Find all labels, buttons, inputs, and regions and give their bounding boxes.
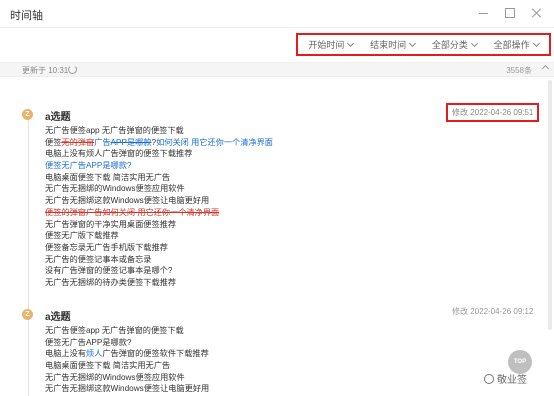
- watermark: 敬业签: [484, 371, 527, 386]
- entry-line: 便签备忘录无广告手机版下载推荐: [45, 242, 273, 254]
- entry-line: 便签无广版下载推荐: [45, 230, 273, 242]
- text-segment: 广告: [94, 137, 111, 147]
- chevron-down-icon: [470, 39, 478, 47]
- text-segment: 无广告无捆绑这款Windows便签让电脑更好用: [45, 196, 210, 206]
- entry-line: 无广告便签app 无广告弹窗的便签下载: [45, 125, 273, 137]
- entry-line: 便签无广告APP是哪款?: [45, 160, 273, 172]
- avatar: Z: [22, 309, 33, 320]
- avatar: Z: [22, 109, 33, 120]
- modified-date: 修改 2022-04-26 09:12: [452, 307, 534, 316]
- entry-line: 无广告无捆绑的Windows便签应用软件: [45, 372, 209, 384]
- text-segment: 便签无广版下载推荐: [45, 231, 119, 241]
- entry-title: a选题: [45, 112, 71, 123]
- entry-line: 电脑桌面便签下载 简洁实用无广告: [45, 172, 273, 184]
- timeline-line: [28, 108, 29, 396]
- category-filter[interactable]: 全部分类: [432, 38, 478, 51]
- text-segment: 没有广告弹窗的便签记事本是哪个?: [45, 266, 173, 276]
- text-segment: 无广告弹窗的干净实用桌面便签推荐: [45, 219, 177, 229]
- entry-line: 无广告无捆绑这款Windows便签让电脑更好用: [45, 195, 273, 207]
- entry-line: 无广告无捆绑这款Windows便签让电脑更好用: [45, 383, 209, 395]
- status-bar: 更新于 10:31 3558条: [0, 62, 554, 77]
- window-title: 时间轴: [10, 10, 43, 22]
- text-segment: 无广告无捆绑这款Windows便签让电脑更好用: [45, 384, 210, 394]
- entry-body: 无广告便签app 无广告弹窗的便签下载 便签无广告APP是哪款? 电脑上没有烦人广告…: [45, 325, 209, 395]
- text-segment: 无广告便签app 无广告弹窗的便签下载: [45, 126, 184, 135]
- entry-line: 无广告便签app 无广告弹窗的便签下载: [45, 325, 209, 337]
- chevron-down-icon: [532, 39, 540, 47]
- start-time-filter[interactable]: 开始时间: [308, 38, 355, 51]
- maximize-icon[interactable]: [505, 8, 515, 18]
- entry-line: 无广告的便签记事本或备忘录: [45, 254, 273, 266]
- operation-filter[interactable]: 全部操作: [494, 38, 540, 51]
- text-segment: 烦人: [85, 349, 103, 359]
- entry-line: 电脑桌面便签下载 简洁实用无广告: [45, 360, 209, 372]
- entry-line: 便签的弹窗广告如何关闭 用它还你一个清净界面: [45, 207, 273, 219]
- entry-line: 没有广告弹窗的便签记事本是哪个?: [45, 265, 273, 277]
- entry-line: 无广告弹窗的干净实用桌面便签推荐: [45, 219, 273, 231]
- text-segment: 广告弹窗的便签软件下载推荐: [102, 349, 209, 359]
- text-segment: 无广告无捆绑的Windows便签应用软件: [45, 184, 185, 194]
- title-bar: 时间轴: [0, 0, 554, 28]
- text-segment: 电脑上没有: [45, 349, 86, 359]
- text-segment: APP是哪款: [110, 137, 152, 147]
- chevron-down-icon: [347, 39, 355, 47]
- text-segment: 便签备忘录无广告手机版下载推荐: [45, 242, 168, 252]
- timeline-content: Za选题 修改 2022-04-26 09:51 无广告便签app 无广告弹窗的便签…: [0, 78, 554, 396]
- updated-time: 更新于 10:31: [22, 66, 69, 75]
- text-segment: 无广告便签app 无广告弹窗的便签下载: [45, 326, 184, 335]
- record-count: 3558条: [506, 66, 532, 75]
- text-segment: 便签: [45, 137, 62, 147]
- entry-line: 电脑上没有烦人广告弹窗的便签下载推荐: [45, 148, 273, 160]
- text-segment: 电脑上没有烦人广告弹窗的便签下载推荐: [45, 149, 193, 159]
- text-segment: 无广告的便签记事本或备忘录: [45, 254, 152, 264]
- minimize-icon[interactable]: [478, 7, 489, 18]
- entry-line: 便签无广告APP是哪款?: [45, 337, 209, 349]
- text-segment: 电脑桌面便签下载 简洁实用无广告: [45, 172, 171, 182]
- entry-title: a选题: [45, 312, 71, 323]
- text-segment: 电脑桌面便签下载 简洁实用无广告: [45, 361, 171, 371]
- entry-line: 电脑上没有烦人广告弹窗的便签软件下载推荐: [45, 348, 209, 360]
- scroll-up-icon[interactable]: [541, 64, 550, 73]
- text-segment: 便签无广告APP是哪款?: [45, 337, 132, 347]
- modified-date: 修改 2022-04-26 09:51: [446, 103, 540, 122]
- text-segment: 便签的弹窗广告如何关闭 用它还你一个清净界面: [45, 207, 220, 217]
- entry-line: 无广告无捆绑的待办类便签下载推荐: [45, 277, 273, 289]
- entry-body: 无广告便签app 无广告弹窗的便签下载便签无的弹窗广告APP是哪款?如何关闭 用…: [45, 125, 273, 289]
- end-time-filter[interactable]: 结束时间: [370, 38, 417, 51]
- text-segment: 如何关闭 用它还你一个清净界面: [156, 137, 273, 147]
- scrollbar[interactable]: [548, 80, 552, 330]
- wechat-icon: [484, 374, 494, 384]
- window-controls: [478, 7, 542, 18]
- entry-line: 无广告无捆绑的Windows便签应用软件: [45, 183, 273, 195]
- text-segment: 便签无广告APP是哪款?: [45, 161, 132, 171]
- filter-toolbar: 开始时间 结束时间 全部分类 全部操作: [296, 33, 551, 56]
- chevron-down-icon: [409, 39, 417, 47]
- refresh-icon[interactable]: [68, 65, 77, 74]
- text-segment: 无的弹窗: [61, 137, 95, 147]
- close-icon[interactable]: [531, 7, 542, 18]
- entry-line: 便签无的弹窗广告APP是哪款?如何关闭 用它还你一个清净界面: [45, 137, 273, 149]
- text-segment: 无广告无捆绑的Windows便签应用软件: [45, 372, 185, 382]
- text-segment: 无广告无捆绑的待办类便签下载推荐: [45, 277, 177, 287]
